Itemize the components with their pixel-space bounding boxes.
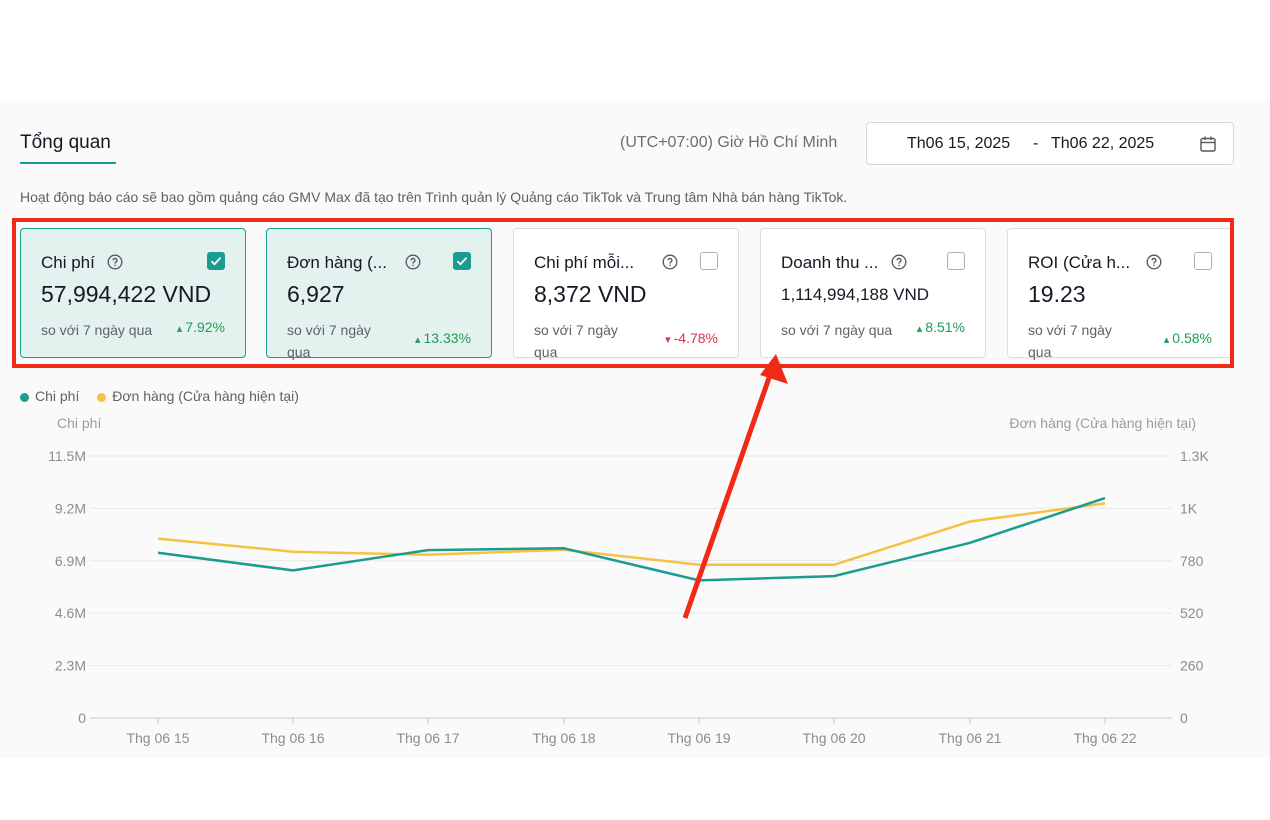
tab-overview[interactable]: Tổng quan: [20, 132, 111, 154]
y-tick-left: 9.2M: [55, 500, 86, 516]
x-tick-label: Thg 06 20: [802, 730, 865, 746]
report-description: Hoạt động báo cáo sẽ bao gồm quảng cáo G…: [20, 189, 848, 205]
y-tick-left: 11.5M: [48, 448, 86, 464]
x-tick-label: Thg 06 16: [261, 730, 324, 746]
y-tick-left: 6.9M: [55, 553, 86, 569]
y-tick-left: 2.3M: [55, 658, 86, 674]
series-line-orders: [157, 502, 1106, 567]
x-tick-label: Thg 06 22: [1073, 730, 1136, 746]
highlight-box: [12, 218, 1234, 368]
timezone-label: (UTC+07:00) Giờ Hồ Chí Minh: [620, 134, 838, 151]
calendar-icon[interactable]: [1199, 135, 1217, 153]
y-tick-right: 520: [1180, 605, 1204, 621]
y-tick-right: 0: [1180, 710, 1188, 726]
y-tick-right: 260: [1180, 658, 1204, 674]
y-tick-right: 1.3K: [1180, 448, 1209, 464]
y-tick-left: 0: [78, 710, 86, 726]
x-tick-label: Thg 06 18: [532, 730, 595, 746]
series-line-cost: [157, 496, 1106, 582]
y-axis-left-title: Chi phí: [57, 415, 101, 431]
y-tick-right: 1K: [1180, 500, 1198, 516]
x-tick-label: Thg 06 17: [396, 730, 459, 746]
date-range-picker[interactable]: Th06 15, 2025 - Th06 22, 2025: [866, 122, 1234, 165]
date-start: Th06 15, 2025: [907, 135, 1011, 152]
y-tick-right: 780: [1180, 553, 1204, 569]
line-chart: Chi phí Đơn hàng (Cửa hàng hiện tại) 0 0 2.3…: [48, 415, 1209, 746]
date-end: Th06 22, 2025: [1051, 135, 1155, 152]
date-separator: -: [1033, 135, 1039, 152]
x-tick-label: Thg 06 19: [667, 730, 730, 746]
x-tick-label: Thg 06 21: [938, 730, 1001, 746]
y-tick-left: 4.6M: [55, 605, 86, 621]
y-axis-right-title: Đơn hàng (Cửa hàng hiện tại): [1009, 415, 1196, 431]
x-tick-label: Thg 06 15: [126, 730, 189, 746]
tab-overview-underline: [20, 162, 116, 164]
